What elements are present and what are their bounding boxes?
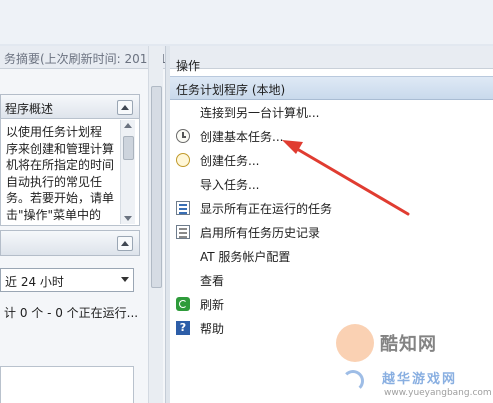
chevron-down-icon xyxy=(121,277,129,282)
help-icon: ? xyxy=(176,321,190,335)
top-toolbar xyxy=(0,0,493,46)
action-create-basic-task[interactable]: 创建基本任务... xyxy=(170,125,493,147)
section-header[interactable]: 任务计划程序 (本地) xyxy=(170,76,493,100)
action-create-task[interactable]: 创建任务... xyxy=(170,149,493,171)
task-status-summary: 计 0 个 - 0 个正在运行... xyxy=(4,306,139,320)
summary-pane: 务摘要(上次刷新时间: 2018/10/2 程序概述 以使用任务计划程 序来创建… xyxy=(0,46,165,403)
action-label: 帮助 xyxy=(200,322,225,336)
action-label: 导入任务... xyxy=(200,178,260,192)
actions-pane-title: 操作 xyxy=(176,59,201,73)
description-line: 自动执行的常见任 xyxy=(6,174,103,189)
watermark-url: www.yueyangbang.com xyxy=(384,388,492,398)
section-title: 任务计划程序 (本地) xyxy=(176,83,286,97)
watermark-title: 酷知网 xyxy=(380,334,437,355)
running-tasks-icon xyxy=(176,201,190,215)
scroll-down-icon[interactable] xyxy=(124,216,132,221)
scroll-thumb[interactable] xyxy=(151,86,162,288)
description-line: 序来创建和管理计算 xyxy=(6,141,115,156)
overview-scrollbar[interactable] xyxy=(120,120,135,224)
scroll-thumb[interactable] xyxy=(123,136,134,160)
action-show-running-tasks[interactable]: 显示所有正在运行的任务 xyxy=(170,197,493,219)
time-range-select[interactable]: 近 24 小时 xyxy=(0,268,134,292)
description-line: 机将在所指定的时间 xyxy=(6,158,115,172)
action-view[interactable]: 查看 xyxy=(170,269,493,291)
description-line: 以使用任务计划程 xyxy=(6,125,103,139)
action-label: 连接到另一台计算机... xyxy=(200,106,320,120)
clock-gold-icon xyxy=(176,153,190,167)
watermark: 酷知网 越华游戏网 www.yueyangbang.com xyxy=(330,320,493,403)
watermark-logo xyxy=(336,324,374,362)
action-at-service-config[interactable]: AT 服务帐户配置 xyxy=(170,245,493,267)
refresh-icon xyxy=(176,297,190,311)
status-panel-header[interactable] xyxy=(0,230,140,256)
action-label: 刷新 xyxy=(200,298,225,312)
action-connect-computer[interactable]: 连接到另一台计算机... xyxy=(170,101,493,123)
time-range-value: 近 24 小时 xyxy=(5,275,64,289)
history-icon xyxy=(176,225,190,239)
action-label: AT 服务帐户配置 xyxy=(200,250,291,264)
overview-description: 以使用任务计划程 序来创建和管理计算 机将在所指定的时间 自动执行的常见任 务。… xyxy=(6,124,118,223)
collapse-status-button[interactable] xyxy=(117,236,133,251)
action-import-task[interactable]: 导入任务... xyxy=(170,173,493,195)
action-label: 显示所有正在运行的任务 xyxy=(200,202,333,216)
actions-pane-header: 操作 xyxy=(170,46,493,73)
overview-panel-header[interactable]: 程序概述 xyxy=(0,94,140,120)
task-status-grid xyxy=(0,366,134,403)
action-refresh[interactable]: 刷新 xyxy=(170,293,493,315)
description-line: 务。若要开始，请单 xyxy=(6,191,115,205)
wifi-icon xyxy=(342,370,364,392)
scroll-up-icon[interactable] xyxy=(124,123,132,128)
overview-panel-title: 程序概述 xyxy=(5,102,54,116)
clock-icon xyxy=(176,129,190,143)
action-label: 启用所有任务历史记录 xyxy=(200,226,321,240)
summary-header: 务摘要(上次刷新时间: 2018/10/2 xyxy=(0,46,165,69)
summary-pane-scrollbar[interactable] xyxy=(148,46,163,403)
summary-refresh-text: 务摘要(上次刷新时间: 2018/10/2 xyxy=(4,52,165,66)
description-line: 击"操作"菜单中的 xyxy=(6,207,102,222)
action-label: 创建基本任务... xyxy=(200,130,284,144)
action-label: 创建任务... xyxy=(200,154,260,168)
collapse-overview-button[interactable] xyxy=(117,100,133,115)
action-enable-history[interactable]: 启用所有任务历史记录 xyxy=(170,221,493,243)
watermark-site-name: 越华游戏网 xyxy=(382,372,458,387)
action-label: 查看 xyxy=(200,274,225,288)
